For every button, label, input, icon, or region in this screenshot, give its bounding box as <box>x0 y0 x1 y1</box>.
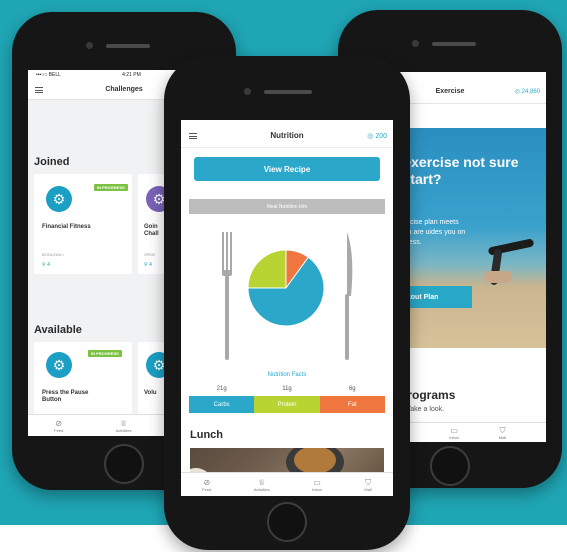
inbox-icon: ▭ <box>313 477 321 487</box>
inbox-icon: ▭ <box>450 425 458 435</box>
points-counter: ◎ 24,860 <box>515 88 540 95</box>
lunch-heading: Lunch <box>190 429 223 441</box>
front-camera <box>412 40 419 47</box>
pie-slice-protein <box>247 249 287 289</box>
earpiece-speaker <box>106 44 150 48</box>
participants-count: ⚲ 4 <box>42 262 50 268</box>
clock-label: 4:21 PM <box>122 72 141 78</box>
earpiece-speaker <box>264 90 312 94</box>
participants-value: 4 <box>47 262 50 268</box>
joined-heading: Joined <box>34 156 70 168</box>
macro-pie-chart <box>247 249 325 327</box>
macro-amounts: 21g 11g 6g <box>189 386 385 392</box>
carbs-label: Carbs <box>189 396 255 413</box>
coin-icon: ◎ <box>514 89 520 95</box>
fork-icon <box>222 232 232 360</box>
nutrition-screen: Nutrition ◎ 200 View Recipe Meal Nutriti… <box>181 120 393 496</box>
page-title: Nutrition <box>270 131 304 140</box>
tab-label: Activities <box>115 427 132 433</box>
tab-label: Mall <box>498 434 507 440</box>
trophy-icon: ♕ <box>258 477 266 487</box>
tab-feed[interactable]: ⊘ Feed <box>54 419 63 433</box>
challenge-card[interactable]: ⚙ IN PROGRESS Financial Fitness BOOLEAN … <box>34 174 132 274</box>
view-recipe-button[interactable]: View Recipe <box>194 157 380 181</box>
fat-amount: 6g <box>348 386 356 392</box>
page-title: Challenges <box>105 86 143 93</box>
yoga-person-image <box>474 238 535 286</box>
trophy-icon: ♕ <box>120 418 128 428</box>
nutrition-facts-link[interactable]: Nutrition Facts <box>181 372 393 378</box>
cart-icon: ⛉ <box>365 477 372 487</box>
card-title: Press the Pause Button <box>42 390 89 403</box>
in-progress-badge: IN PROGRESS <box>88 350 122 357</box>
tab-feed[interactable]: ⊘ Feed <box>202 478 211 492</box>
challenge-card[interactable]: ⚙ IN PROGRESS Press the Pause Button <box>34 342 132 414</box>
tab-label: Feed <box>54 427 64 433</box>
tab-inbox[interactable]: ▭Inbox <box>449 426 459 440</box>
tab-label: Activities <box>253 486 270 492</box>
tab-label: Inbox <box>312 486 322 492</box>
tab-inbox[interactable]: ▭Inbox <box>312 478 322 492</box>
page-title: Exercise <box>435 88 465 95</box>
nutrition-navbar: Nutrition ◎ 200 <box>181 124 393 148</box>
home-button[interactable] <box>104 444 144 484</box>
participants-value: 4 <box>149 262 152 268</box>
card-meta: SPEN <box>144 252 155 257</box>
protein-amount: 11g <box>282 386 292 392</box>
nutrition-illustration <box>222 232 353 360</box>
card-title: Financial Fitness <box>42 224 91 230</box>
menu-icon[interactable] <box>189 133 197 139</box>
participants-count: ⚲ 4 <box>144 262 152 268</box>
gear-icon: ⚙ <box>46 186 72 212</box>
tab-label: Inbox <box>449 434 460 440</box>
carrier-label: •••○○ BELL <box>36 72 61 78</box>
person-icon: ⚲ <box>42 262 46 268</box>
front-camera <box>244 88 251 95</box>
person-icon: ⚲ <box>144 262 148 268</box>
meal-nutrition-info-bar: Meal Nutrition Info <box>189 199 385 214</box>
compass-icon: ⊘ <box>203 477 211 487</box>
home-button[interactable] <box>430 446 470 486</box>
cart-icon: ⛉ <box>499 425 506 435</box>
home-button[interactable] <box>267 502 307 542</box>
in-progress-badge: IN PROGRESS <box>94 184 128 191</box>
tab-mall[interactable]: ⛉ Mall <box>364 478 371 492</box>
points-value: 24,860 <box>521 89 540 95</box>
protein-label: Protein <box>254 396 320 413</box>
compass-icon: ⊘ <box>55 418 63 428</box>
front-camera <box>86 42 93 49</box>
menu-icon[interactable] <box>35 87 43 93</box>
fat-label: Fat <box>319 396 385 413</box>
available-heading: Available <box>34 324 82 336</box>
tab-label: Feed <box>202 486 212 492</box>
knife-icon <box>345 232 353 360</box>
points-counter: ◎ 200 <box>367 132 387 140</box>
card-title: Volu <box>144 390 157 396</box>
tab-bar: ⊘ Feed ♕ Activities ▭ Inbox ⛉ Mall <box>181 472 393 496</box>
tab-activities[interactable]: ♕Activities <box>116 419 132 433</box>
coin-icon: ◎ <box>367 133 374 140</box>
phone-nutrition: Nutrition ◎ 200 View Recipe Meal Nutriti… <box>164 56 410 550</box>
tab-mall[interactable]: ⛉ Mall <box>499 426 506 440</box>
tab-label: Mall <box>364 486 372 492</box>
points-value: 200 <box>375 133 387 140</box>
carbs-amount: 21g <box>216 386 227 392</box>
card-meta: BOOLEAN • <box>42 252 64 257</box>
gear-icon: ⚙ <box>46 352 72 378</box>
tab-activities[interactable]: ♕Activities <box>254 478 270 492</box>
macro-legend: Carbs Protein Fat <box>189 396 385 413</box>
earpiece-speaker <box>432 42 476 46</box>
